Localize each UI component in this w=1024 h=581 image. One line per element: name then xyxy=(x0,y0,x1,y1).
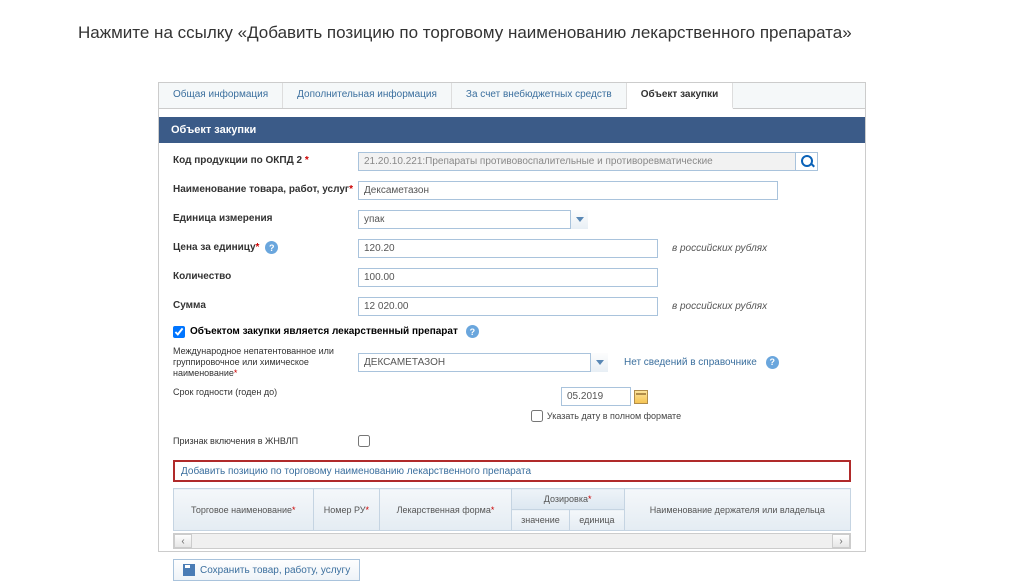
search-icon xyxy=(801,155,813,167)
save-button-label: Сохранить товар, работу, услугу xyxy=(200,565,350,576)
scroll-track[interactable] xyxy=(192,534,832,548)
label-sum: Сумма xyxy=(173,300,358,312)
help-icon[interactable]: ? xyxy=(265,241,278,254)
okpd-lookup xyxy=(358,152,818,171)
save-button[interactable]: Сохранить товар, работу, услугу xyxy=(173,559,360,581)
price-input[interactable] xyxy=(358,239,658,258)
no-reference-link[interactable]: Нет сведений в справочнике xyxy=(624,357,757,368)
col-dosage-group: Дозировка* xyxy=(511,489,624,510)
is-drug-checkbox[interactable] xyxy=(173,326,185,338)
unit-select[interactable] xyxy=(358,210,588,229)
calendar-icon[interactable] xyxy=(634,390,648,404)
label-name: Наименование товара, работ, услуг* xyxy=(173,184,358,196)
col-dosage-value: значение xyxy=(511,510,570,531)
add-position-highlight: Добавить позицию по торговому наименован… xyxy=(173,460,851,482)
full-date-label: Указать дату в полном формате xyxy=(547,411,681,421)
price-suffix: в российских рублях xyxy=(672,243,767,254)
scroll-right-button[interactable]: › xyxy=(832,534,850,548)
tab-general[interactable]: Общая информация xyxy=(159,83,283,108)
okpd-search-button[interactable] xyxy=(796,152,818,171)
col-trade-name: Торговое наименование* xyxy=(174,489,314,531)
label-price: Цена за единицу* ? xyxy=(173,241,358,254)
qty-input[interactable] xyxy=(358,268,658,287)
full-date-checkbox[interactable] xyxy=(531,410,543,422)
label-zhnvlp: Признак включения в ЖНВЛП xyxy=(173,436,358,447)
add-trade-position-link[interactable]: Добавить позицию по торговому наименован… xyxy=(181,466,531,477)
sum-suffix: в российских рублях xyxy=(672,301,767,312)
label-okpd: Код продукции по ОКПД 2 * xyxy=(173,155,358,167)
mnn-value xyxy=(358,353,608,372)
is-drug-label: Объектом закупки является лекарственный … xyxy=(190,326,458,337)
col-holder: Наименование держателя или владельца xyxy=(624,489,850,531)
help-icon[interactable]: ? xyxy=(466,325,479,338)
horizontal-scrollbar[interactable]: ‹ › xyxy=(173,533,851,549)
app-window: Общая информация Дополнительная информац… xyxy=(158,82,866,552)
unit-value xyxy=(358,210,588,229)
section-header: Объект закупки xyxy=(159,117,865,143)
positions-table: Торговое наименование* Номер РУ* Лекарст… xyxy=(173,488,851,531)
sum-input[interactable] xyxy=(358,297,658,316)
col-form: Лекарственная форма* xyxy=(380,489,511,531)
form-body: Код продукции по ОКПД 2 * Наименование т… xyxy=(159,143,865,549)
okpd-input[interactable] xyxy=(358,152,796,171)
help-icon[interactable]: ? xyxy=(766,356,779,369)
chevron-down-icon xyxy=(570,210,588,229)
tab-object[interactable]: Объект закупки xyxy=(627,83,734,109)
scroll-left-button[interactable]: ‹ xyxy=(174,534,192,548)
zhnvlp-checkbox[interactable] xyxy=(358,435,370,447)
label-mnn: Международное непатентованное или группи… xyxy=(173,346,358,378)
chevron-down-icon xyxy=(590,353,608,372)
expiry-input[interactable] xyxy=(561,387,631,406)
tab-budget[interactable]: За счет внебюджетных средств xyxy=(452,83,627,108)
label-qty: Количество xyxy=(173,271,358,283)
col-ru: Номер РУ* xyxy=(313,489,380,531)
tab-additional[interactable]: Дополнительная информация xyxy=(283,83,452,108)
save-icon xyxy=(183,564,195,576)
label-unit: Единица измерения xyxy=(173,213,358,225)
label-expiry: Срок годности (годен до) xyxy=(173,387,358,398)
name-input[interactable] xyxy=(358,181,778,200)
mnn-select[interactable] xyxy=(358,353,608,372)
col-dosage-unit: единица xyxy=(570,510,624,531)
instruction-text: Нажмите на ссылку «Добавить позицию по т… xyxy=(78,22,946,45)
tabs-bar: Общая информация Дополнительная информац… xyxy=(159,83,865,109)
